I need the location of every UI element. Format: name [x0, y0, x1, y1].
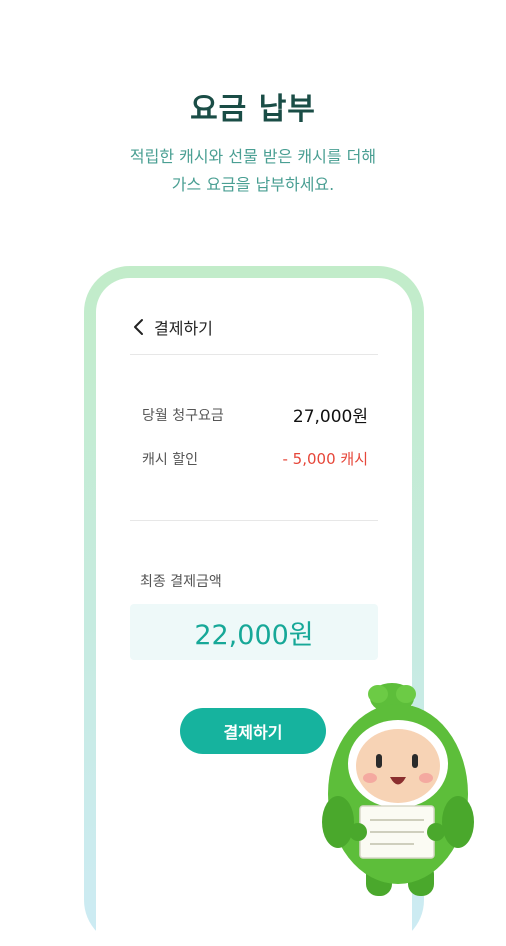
- final-amount-label: 최종 결제금액: [140, 574, 222, 590]
- screen-header: 결제하기: [130, 312, 213, 342]
- promo-description-line-2: 가스 요금을 납부하세요.: [171, 175, 335, 194]
- billing-row: 당월 청구요금 27,000원: [142, 402, 368, 427]
- cash-discount-row: 캐시 할인 - 5,000 캐시: [142, 448, 368, 469]
- chevron-left-icon[interactable]: [130, 318, 148, 336]
- cash-discount-label: 캐시 할인: [142, 451, 198, 468]
- final-amount-value: 22,000원: [194, 619, 314, 651]
- pay-button[interactable]: 결제하기: [180, 708, 326, 754]
- billing-amount: 27,000원: [292, 407, 368, 427]
- screen-title: 결제하기: [154, 319, 213, 338]
- promo-description-line-1: 적립한 캐시와 선물 받은 캐시를 더해: [129, 147, 377, 166]
- promo-title: 요금 납부: [190, 92, 316, 127]
- promo-description: 적립한 캐시와 선물 받은 캐시를 더해 가스 요금을 납부하세요.: [0, 143, 506, 199]
- divider: [130, 520, 378, 521]
- divider: [130, 354, 378, 355]
- final-amount-box: 22,000원: [130, 604, 378, 660]
- cash-discount-amount: - 5,000 캐시: [282, 450, 369, 468]
- mascot-illustration: [318, 682, 478, 898]
- billing-label: 당월 청구요금: [142, 407, 224, 424]
